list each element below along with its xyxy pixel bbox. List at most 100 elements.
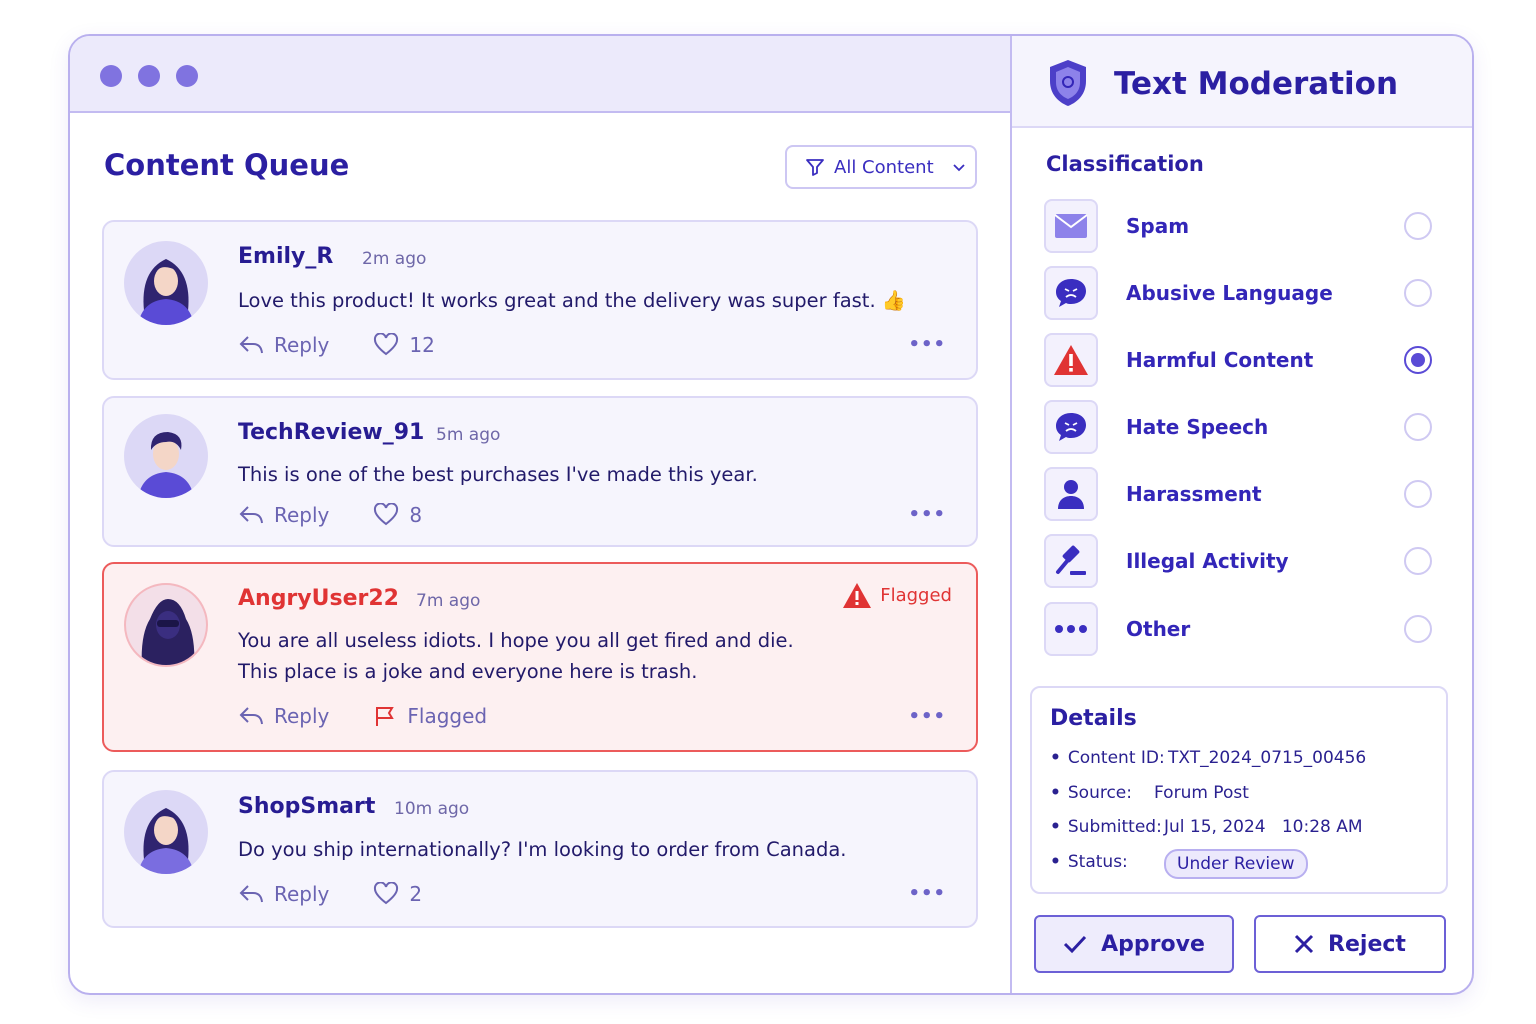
detail-value: Jul 15, 2024 10:28 AM (1164, 817, 1363, 837)
detail-status: • Status: Under Review (1050, 849, 1308, 879)
like-button[interactable]: 12 (373, 333, 435, 357)
category-label: Other (1126, 617, 1191, 641)
comment-actions: Reply 2 (238, 882, 422, 906)
more-options-icon[interactable]: ••• (908, 883, 946, 904)
approve-button[interactable]: Approve (1034, 915, 1234, 973)
category-harmful-content[interactable]: Harmful Content (1044, 332, 1440, 388)
filter-icon (806, 159, 824, 176)
flagged-badge: Flagged (842, 582, 952, 609)
queue-item[interactable]: Emily_R 2m ago Love this product! It wor… (102, 220, 978, 380)
check-icon (1064, 935, 1087, 954)
comment-actions: Reply 8 (238, 503, 422, 527)
category-label: Spam (1126, 214, 1190, 238)
category-label: Illegal Activity (1126, 549, 1289, 573)
like-count: 12 (409, 333, 435, 357)
details-panel: Details • Content ID: TXT_2024_0715_00456… (1030, 686, 1448, 894)
timestamp: 7m ago (416, 591, 481, 611)
category-radio[interactable] (1404, 413, 1432, 441)
details-heading: Details (1050, 706, 1137, 731)
reply-icon (239, 506, 263, 524)
category-radio[interactable] (1404, 547, 1432, 575)
category-radio-selected[interactable] (1404, 346, 1432, 374)
category-radio[interactable] (1404, 212, 1432, 240)
gavel-icon (1044, 534, 1098, 588)
category-label: Harmful Content (1126, 348, 1314, 372)
detail-label: Source: (1067, 783, 1132, 803)
more-icon (1044, 602, 1098, 656)
like-count: 8 (409, 503, 423, 527)
detail-value: Forum Post (1154, 783, 1249, 803)
detail-content-id: • Content ID: TXT_2024_0715_00456 (1050, 748, 1367, 768)
like-button[interactable]: 8 (373, 503, 422, 527)
category-radio[interactable] (1404, 480, 1432, 508)
username[interactable]: TechReview_91 (238, 420, 424, 445)
username[interactable]: Emily_R (238, 244, 333, 269)
content-queue-pane: Content Queue All Content Emily_R 2m ago… (70, 36, 1010, 993)
category-radio[interactable] (1404, 615, 1432, 643)
flag-button[interactable]: Flagged (373, 704, 487, 728)
window-control-dot[interactable] (176, 65, 198, 87)
category-label: Hate Speech (1126, 415, 1269, 439)
category-hate-speech[interactable]: Hate Speech (1044, 399, 1440, 455)
queue-item-flagged[interactable]: AngryUser22 7m ago Flagged You are all u… (102, 562, 978, 752)
category-harassment[interactable]: Harassment (1044, 466, 1440, 522)
category-other[interactable]: Other (1044, 601, 1440, 657)
more-options-icon[interactable]: ••• (908, 706, 946, 727)
reply-icon (239, 336, 263, 354)
category-abusive-language[interactable]: Abusive Language (1044, 265, 1440, 321)
category-label: Harassment (1126, 482, 1262, 506)
window-control-dot[interactable] (138, 65, 160, 87)
comment-actions: Reply Flagged (238, 704, 487, 728)
username[interactable]: ShopSmart (238, 794, 375, 819)
angry-chat-icon (1044, 266, 1098, 320)
category-label: Abusive Language (1126, 281, 1333, 305)
approve-label: Approve (1101, 931, 1205, 957)
queue-item[interactable]: ShopSmart 10m ago Do you ship internatio… (102, 770, 978, 928)
flag-label: Flagged (407, 704, 488, 728)
status-badge: Under Review (1164, 849, 1308, 879)
comment-text: You are all useless idiots. I hope you a… (238, 629, 794, 652)
reply-label: Reply (274, 503, 330, 527)
window-control-dot[interactable] (100, 65, 122, 87)
detail-value: TXT_2024_0715_00456 (1168, 748, 1367, 768)
timestamp: 2m ago (362, 249, 427, 269)
page-title: Content Queue (104, 148, 350, 182)
chevron-down-icon (952, 164, 965, 172)
reply-icon (239, 707, 263, 725)
detail-source: • Source: Forum Post (1050, 783, 1249, 803)
detail-submitted: • Submitted: Jul 15, 2024 10:28 AM (1050, 817, 1363, 837)
avatar (124, 241, 208, 325)
category-spam[interactable]: Spam (1044, 198, 1440, 254)
shield-icon (1050, 60, 1086, 106)
queue-item[interactable]: TechReview_91 5m ago This is one of the … (102, 396, 978, 547)
more-options-icon[interactable]: ••• (908, 334, 946, 355)
reply-button[interactable]: Reply (238, 333, 329, 357)
heart-icon (374, 333, 399, 356)
classification-heading: Classification (1046, 152, 1204, 176)
comment-actions: Reply 12 (238, 333, 435, 357)
more-options-icon[interactable]: ••• (908, 504, 946, 525)
avatar (124, 583, 208, 667)
app-window: Content Queue All Content Emily_R 2m ago… (68, 34, 1474, 995)
category-radio[interactable] (1404, 279, 1432, 307)
comment-text: Love this product! It works great and th… (238, 289, 907, 312)
like-button[interactable]: 2 (373, 882, 422, 906)
category-illegal-activity[interactable]: Illegal Activity (1044, 533, 1440, 589)
reply-button[interactable]: Reply (238, 882, 329, 906)
panel-title: Text Moderation (1114, 66, 1399, 102)
flagged-badge-label: Flagged (880, 585, 952, 606)
detail-label: Content ID: (1067, 748, 1165, 768)
reply-icon (239, 885, 263, 903)
content-filter-dropdown[interactable]: All Content (785, 145, 977, 189)
comment-text: Do you ship internationally? I'm looking… (238, 838, 847, 861)
reply-button[interactable]: Reply (238, 503, 329, 527)
avatar (124, 790, 208, 874)
heart-icon (374, 503, 399, 526)
reject-button[interactable]: Reject (1254, 915, 1446, 973)
reply-button[interactable]: Reply (238, 704, 329, 728)
envelope-icon (1044, 199, 1098, 253)
reply-label: Reply (274, 704, 330, 728)
reject-label: Reject (1328, 931, 1406, 957)
username[interactable]: AngryUser22 (238, 586, 399, 611)
warning-icon (843, 583, 872, 608)
